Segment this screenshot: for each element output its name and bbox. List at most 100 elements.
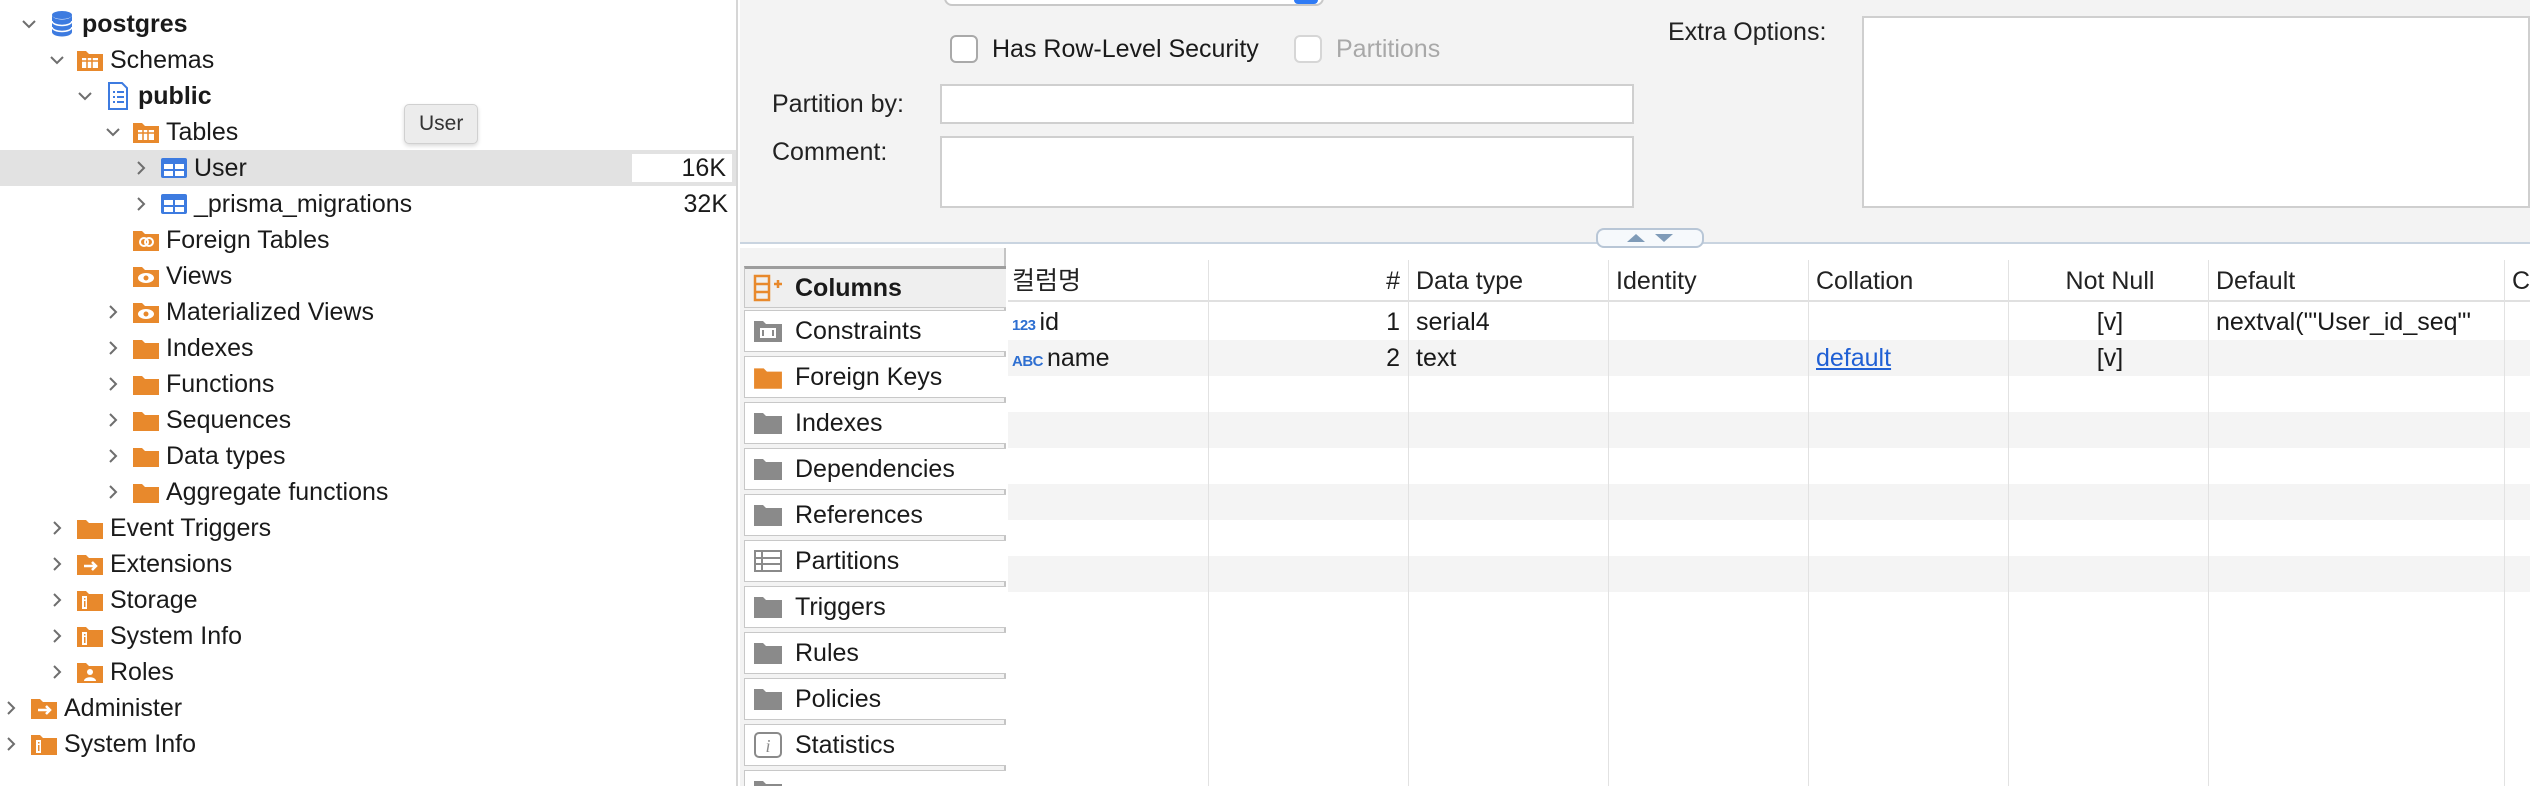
tab-constraints[interactable]: Constraints: [744, 310, 1006, 352]
tab-foreign-keys[interactable]: Foreign Keys: [744, 356, 1006, 398]
tree-item[interactable]: Administer: [0, 690, 736, 726]
chevron-right-icon[interactable]: [46, 654, 68, 690]
tree-item[interactable]: Event Triggers: [0, 510, 736, 546]
chevron-right-icon[interactable]: [46, 618, 68, 654]
tree-item-label: Data types: [166, 442, 286, 470]
splitter-handle[interactable]: [1596, 228, 1704, 248]
chevron-down-icon[interactable]: [46, 42, 68, 78]
column-header-collation[interactable]: Collation: [1812, 260, 1917, 302]
tree-item[interactable]: User 16K: [0, 150, 736, 186]
tree-item[interactable]: Roles: [0, 654, 736, 690]
partition-by-field[interactable]: [940, 84, 1634, 124]
rls-checkbox-row[interactable]: Has Row-Level Security: [950, 32, 1259, 66]
tab-indexes[interactable]: Indexes: [744, 402, 1006, 444]
collapse-up-icon[interactable]: [1627, 234, 1645, 242]
collapse-down-icon[interactable]: [1655, 234, 1673, 242]
cell-default[interactable]: nextval('"User_id_seq"': [2212, 304, 2502, 340]
table-size: 32K: [683, 190, 728, 218]
extra-options-field[interactable]: [1862, 16, 2530, 208]
collation-link[interactable]: default: [1816, 344, 1891, 372]
chevron-down-icon[interactable]: [102, 114, 124, 150]
chevron-right-icon[interactable]: [46, 582, 68, 618]
cell-default[interactable]: [2212, 340, 2502, 376]
cell-data-type[interactable]: text: [1412, 340, 1606, 376]
cell-num[interactable]: 2: [1224, 340, 1404, 376]
tree-item-label: Event Triggers: [110, 514, 272, 542]
chevron-right-icon[interactable]: [130, 150, 152, 186]
column-header-default[interactable]: Default: [2212, 260, 2299, 302]
tree-item[interactable]: Data types: [0, 438, 736, 474]
cell-identity[interactable]: [1612, 340, 1806, 376]
folder-icon: [753, 777, 783, 786]
tab-more[interactable]: [744, 770, 1006, 786]
chevron-right-icon[interactable]: [102, 294, 124, 330]
tree-item[interactable]: Materialized Views: [0, 294, 736, 330]
tree-item[interactable]: System Info: [0, 618, 736, 654]
chevron-right-icon[interactable]: [46, 546, 68, 582]
column-header-comment[interactable]: Co: [2508, 260, 2530, 302]
cell-num[interactable]: 1: [1224, 304, 1404, 340]
tree-item[interactable]: _prisma_migrations 32K: [0, 186, 736, 222]
chevron-down-icon[interactable]: [18, 6, 40, 42]
tree-item[interactable]: Foreign Tables: [0, 222, 736, 258]
tab-columns[interactable]: Columns: [744, 266, 1006, 308]
comment-label: Comment:: [772, 138, 888, 166]
chevron-down-icon[interactable]: [74, 78, 96, 114]
cell-collation[interactable]: default: [1812, 340, 2006, 376]
cell-identity[interactable]: [1612, 304, 1806, 340]
chevron-right-icon[interactable]: [102, 438, 124, 474]
tab-rules[interactable]: Rules: [744, 632, 1006, 674]
cell-collation[interactable]: [1812, 304, 2006, 340]
tab-references[interactable]: References: [744, 494, 1006, 536]
cell-not-null[interactable]: [v]: [2012, 304, 2208, 340]
tablespace-combo[interactable]: [944, 0, 1324, 6]
comment-field[interactable]: [940, 136, 1634, 208]
chevron-right-icon[interactable]: [102, 474, 124, 510]
rls-checkbox[interactable]: [950, 35, 978, 63]
tab-triggers[interactable]: Triggers: [744, 586, 1006, 628]
cell-name[interactable]: ABC name: [1008, 340, 1204, 376]
chevron-right-icon[interactable]: [102, 366, 124, 402]
column-header-not-null[interactable]: Not Null: [2012, 260, 2208, 302]
chevron-right-icon[interactable]: [0, 690, 22, 726]
tree-item[interactable]: Tables: [0, 114, 736, 150]
column-header-name[interactable]: 컬럼명: [1008, 260, 1085, 302]
tree-item[interactable]: System Info: [0, 726, 736, 762]
chevron-right-icon[interactable]: [102, 330, 124, 366]
tree-item[interactable]: Sequences: [0, 402, 736, 438]
tab-partitions[interactable]: Partitions: [744, 540, 1006, 582]
tab-dependencies[interactable]: Dependencies: [744, 448, 1006, 490]
tab-policies[interactable]: Policies: [744, 678, 1006, 720]
tree-item[interactable]: Indexes: [0, 330, 736, 366]
column-header-data-type[interactable]: Data type: [1412, 260, 1527, 302]
tree-item[interactable]: Storage: [0, 582, 736, 618]
tree-item-label: Extensions: [110, 550, 233, 578]
table-row[interactable]: 123 id 1 serial4 [v] nextval('"User_id_seq"': [1008, 304, 2530, 340]
column-header-identity[interactable]: Identity: [1612, 260, 1701, 302]
cell-value: 1: [1386, 308, 1400, 336]
tree-item[interactable]: public: [0, 78, 736, 114]
column-name: id: [1039, 308, 1059, 336]
tree-item-label: Tables: [166, 118, 239, 146]
chevron-right-icon[interactable]: [0, 726, 22, 762]
tree-item[interactable]: Views: [0, 258, 736, 294]
chevron-right-icon[interactable]: [102, 402, 124, 438]
chevron-right-icon[interactable]: [130, 186, 152, 222]
chevron-right-icon[interactable]: [46, 510, 68, 546]
cell-not-null[interactable]: [v]: [2012, 340, 2208, 376]
tree-item[interactable]: Aggregate functions: [0, 474, 736, 510]
tree-item[interactable]: Functions: [0, 366, 736, 402]
tab-statistics[interactable]: i Statistics: [744, 724, 1006, 766]
tree-item[interactable]: Schemas: [0, 42, 736, 78]
tree-item[interactable]: Extensions: [0, 546, 736, 582]
grid-divider: [1208, 260, 1209, 786]
table-row: [1008, 376, 2530, 412]
table-row[interactable]: ABC name 2 text default [v]: [1008, 340, 2530, 376]
column-header-number[interactable]: #: [1224, 260, 1404, 302]
cell-data-type[interactable]: serial4: [1412, 304, 1606, 340]
cell-name[interactable]: 123 id: [1008, 304, 1204, 340]
tree-item-label: Views: [166, 262, 233, 290]
tree-item[interactable]: postgres: [0, 6, 736, 42]
table-row: [1008, 556, 2530, 592]
partitions-label: Partitions: [1336, 34, 1441, 63]
